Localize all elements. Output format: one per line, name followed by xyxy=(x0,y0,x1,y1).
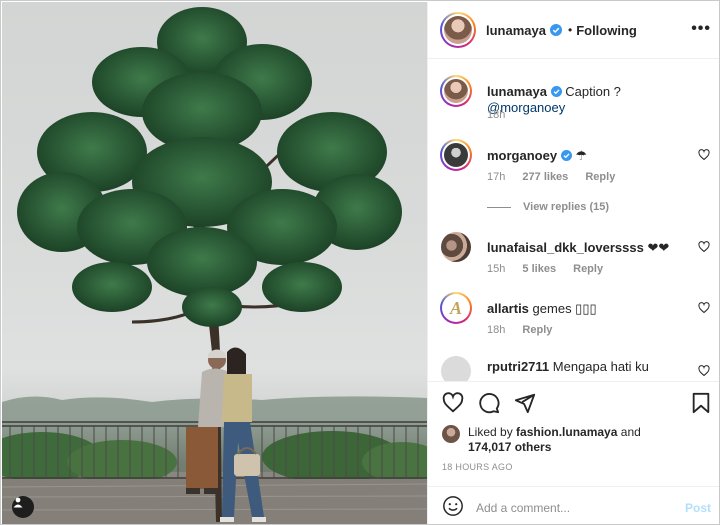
comment-composer: Post xyxy=(428,486,719,524)
verified-icon xyxy=(549,24,562,36)
post-button[interactable]: Post xyxy=(685,501,711,515)
liked-by[interactable]: Liked by fashion.lunamaya and 174,017 ot… xyxy=(442,425,712,455)
replies-divider xyxy=(487,206,511,208)
share-icon[interactable] xyxy=(514,392,536,417)
caption-row: lunamaya Caption ? @morganoey 18h xyxy=(440,75,710,125)
caption-avatar[interactable] xyxy=(440,75,472,107)
comment-avatar[interactable] xyxy=(440,139,472,171)
user-tag-icon[interactable] xyxy=(12,496,34,518)
emoji-icon[interactable] xyxy=(442,495,464,520)
heart-icon[interactable] xyxy=(442,392,464,417)
reply-button[interactable]: Reply xyxy=(585,171,615,183)
comment-meta: 18h Reply xyxy=(487,324,566,336)
comment-body: rputri2711 Mengapa hati ku xyxy=(487,359,677,375)
heart-icon[interactable] xyxy=(698,241,710,253)
comment-time: 18h xyxy=(487,324,506,336)
post-actions: Liked by fashion.lunamaya and 174,017 ot… xyxy=(428,381,719,524)
comment-username[interactable]: lunafaisal_dkk_loverssss xyxy=(487,240,644,255)
view-replies-button[interactable]: View replies (15) xyxy=(487,201,609,213)
comment-avatar[interactable] xyxy=(441,356,471,381)
comment-meta: 17h 277 likes Reply xyxy=(487,171,629,183)
comment-avatar[interactable] xyxy=(441,232,471,262)
header-separator: • xyxy=(567,23,573,37)
comment-icon[interactable] xyxy=(478,392,500,417)
comment-body: lunafaisal_dkk_loverssss ❤❤ xyxy=(487,240,687,256)
verified-icon xyxy=(550,86,562,97)
comment-avatar[interactable]: A xyxy=(440,292,472,324)
comments-list[interactable]: lunamaya Caption ? @morganoey 18h morgan… xyxy=(428,59,719,381)
bookmark-icon[interactable] xyxy=(691,392,711,417)
caption-text: Caption ? xyxy=(565,84,621,99)
comment-text: Mengapa hati ku xyxy=(552,359,649,374)
comment-body: allartis gemes ▯▯▯ xyxy=(487,301,687,317)
comment-username[interactable]: rputri2711 xyxy=(487,359,549,374)
comment-meta: 15h 5 likes Reply xyxy=(487,263,617,275)
comment-username[interactable]: allartis xyxy=(487,301,529,316)
instagram-post-frame: lunamaya • Following ••• lunamaya Captio… xyxy=(0,0,720,525)
comment-text: gemes ▯▯▯ xyxy=(532,301,597,316)
author-username[interactable]: lunamaya xyxy=(486,23,546,38)
photo-illustration xyxy=(2,7,427,524)
caption-username[interactable]: lunamaya xyxy=(487,84,547,99)
comment-text: ☂ xyxy=(575,148,587,163)
heart-icon[interactable] xyxy=(698,365,710,377)
caption-time: 18h xyxy=(487,109,506,121)
verified-icon xyxy=(560,150,572,161)
comment-likes[interactable]: 277 likes xyxy=(522,171,568,183)
comment-input[interactable] xyxy=(476,500,676,515)
comment-time: 17h xyxy=(487,171,506,183)
post-photo[interactable] xyxy=(2,2,427,524)
comment-row: rputri2711 Mengapa hati ku xyxy=(440,355,710,381)
allartis-logo: A xyxy=(442,294,470,322)
liked-by-and: and xyxy=(620,425,641,439)
post-header: lunamaya • Following ••• xyxy=(428,2,719,59)
heart-icon[interactable] xyxy=(698,302,710,314)
comment-time: 15h xyxy=(487,263,506,275)
heart-icon[interactable] xyxy=(698,149,710,161)
comment-row: morganoey ☂ 17h 277 likes Reply xyxy=(440,139,710,189)
liked-by-others[interactable]: 174,017 others xyxy=(468,440,551,454)
author-avatar[interactable] xyxy=(440,12,476,48)
more-icon[interactable]: ••• xyxy=(691,20,711,38)
following-button[interactable]: Following xyxy=(576,23,637,38)
liked-by-prefix: Liked by xyxy=(468,425,513,439)
comment-body: morganoey ☂ xyxy=(487,148,687,164)
liked-by-user[interactable]: fashion.lunamaya xyxy=(516,425,617,439)
reply-button[interactable]: Reply xyxy=(573,263,603,275)
comment-text: ❤❤ xyxy=(647,240,670,255)
view-replies-label: View replies (15) xyxy=(523,201,610,213)
comment-username[interactable]: morganoey xyxy=(487,148,557,163)
comment-row: lunafaisal_dkk_loverssss ❤❤ 15h 5 likes … xyxy=(440,231,710,281)
author-avatar-image xyxy=(444,16,472,44)
comment-likes[interactable]: 5 likes xyxy=(522,263,556,275)
post-detail-panel: lunamaya • Following ••• lunamaya Captio… xyxy=(427,2,719,524)
comment-row: A allartis gemes ▯▯▯ 18h Reply xyxy=(440,292,710,342)
caption-meta: 18h xyxy=(487,109,519,121)
reply-button[interactable]: Reply xyxy=(522,324,552,336)
liker-avatar xyxy=(442,425,460,443)
post-timestamp[interactable]: 18 HOURS AGO xyxy=(442,462,513,472)
